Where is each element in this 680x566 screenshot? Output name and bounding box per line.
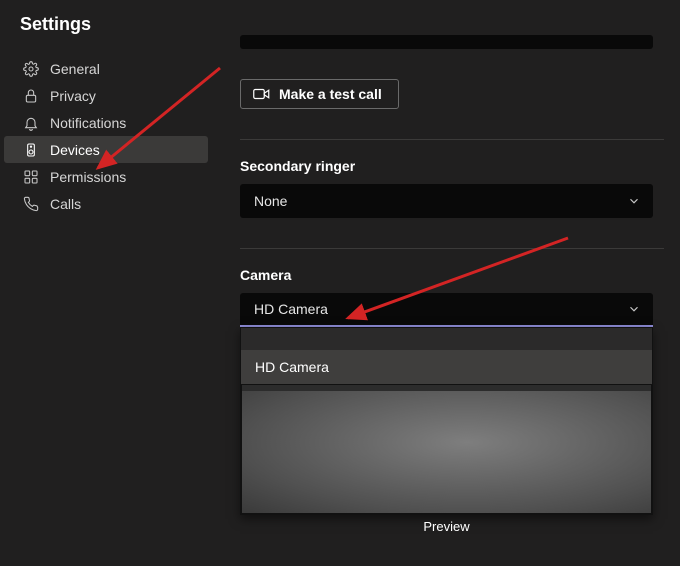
sidebar-item-general[interactable]: General — [4, 55, 208, 82]
page-title: Settings — [0, 0, 680, 35]
gear-icon — [22, 60, 40, 78]
camera-label: Camera — [240, 267, 664, 283]
sidebar-item-label: General — [50, 61, 100, 77]
sidebar-item-label: Calls — [50, 196, 81, 212]
sidebar-item-label: Notifications — [50, 115, 126, 131]
sidebar-item-notifications[interactable]: Notifications — [4, 109, 208, 136]
secondary-ringer-select[interactable]: None — [240, 184, 653, 218]
make-test-call-button[interactable]: Make a test call — [240, 79, 399, 109]
apps-icon — [22, 168, 40, 186]
sidebar-item-permissions[interactable]: Permissions — [4, 163, 208, 190]
speaker-icon — [22, 141, 40, 159]
truncated-select[interactable] — [240, 35, 653, 49]
camera-select[interactable]: HD Camera — [240, 293, 653, 327]
sidebar: General Privacy Notifications — [0, 35, 212, 561]
sidebar-item-privacy[interactable]: Privacy — [4, 82, 208, 109]
video-call-icon — [253, 87, 271, 101]
button-label: Make a test call — [279, 86, 382, 102]
sidebar-item-devices[interactable]: Devices — [4, 136, 208, 163]
select-value: None — [254, 193, 287, 209]
camera-preview — [241, 384, 652, 514]
chevron-down-icon — [627, 194, 641, 208]
chevron-down-icon — [627, 302, 641, 316]
dropdown-spacer — [241, 328, 652, 350]
bell-icon — [22, 114, 40, 132]
sidebar-item-calls[interactable]: Calls — [4, 190, 208, 217]
content-container: General Privacy Notifications — [0, 35, 680, 561]
sidebar-item-label: Permissions — [50, 169, 126, 185]
divider — [240, 139, 664, 140]
preview-label: Preview — [240, 515, 653, 534]
camera-dropdown: HD Camera — [240, 327, 653, 515]
select-value: HD Camera — [254, 301, 328, 317]
lock-icon — [22, 87, 40, 105]
main-panel: Make a test call Secondary ringer None C… — [212, 35, 680, 561]
secondary-ringer-label: Secondary ringer — [240, 158, 664, 174]
sidebar-item-label: Privacy — [50, 88, 96, 104]
sidebar-item-label: Devices — [50, 142, 100, 158]
camera-option[interactable]: HD Camera — [241, 350, 652, 384]
divider — [240, 248, 664, 249]
phone-icon — [22, 195, 40, 213]
